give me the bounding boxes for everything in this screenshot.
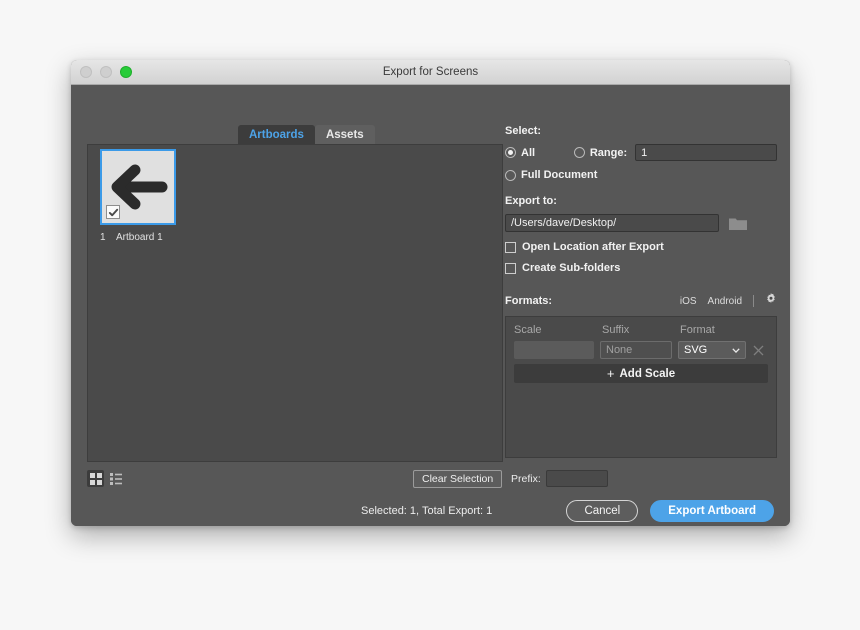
create-subfolders-row[interactable]: Create Sub-folders (505, 262, 777, 274)
add-scale-label: Add Scale (619, 367, 676, 380)
radio-range-label: Range: (589, 146, 628, 159)
tab-artboards-label: Artboards (249, 128, 304, 141)
formats-header: Formats: iOS Android (505, 292, 777, 310)
radio-all-label: All (521, 146, 536, 159)
footer-button-group: Cancel Export Artboard (566, 499, 774, 522)
export-options-column: Select: All Range: 1 Full Document Expor… (505, 125, 777, 458)
artboard-index: 1 (100, 232, 106, 243)
tab-bar: Artboards Assets (238, 125, 375, 144)
prefix-row: Prefix: (511, 470, 608, 487)
prefix-label: Prefix: (511, 472, 541, 485)
dialog-body: Artboards Assets 1 Artboard 1 Clear Sele… (71, 85, 790, 526)
format-presets: iOS Android (680, 292, 777, 310)
preset-android[interactable]: Android (708, 296, 742, 307)
select-row-full-document: Full Document (505, 169, 777, 181)
create-subfolders-label: Create Sub-folders (522, 262, 621, 274)
formats-column-headers: Scale Suffix Format (514, 324, 768, 336)
add-scale-button[interactable]: + Add Scale (514, 364, 768, 383)
open-location-row[interactable]: Open Location after Export (505, 241, 777, 253)
suffix-input[interactable]: None (600, 341, 672, 359)
open-location-label: Open Location after Export (522, 241, 664, 253)
preset-ios[interactable]: iOS (680, 296, 697, 307)
range-input[interactable]: 1 (635, 144, 777, 161)
folder-glyph (729, 218, 747, 230)
open-location-checkbox[interactable] (505, 241, 516, 253)
formats-panel: Scale Suffix Format None SVG + Add Scale (505, 316, 777, 458)
prefix-input[interactable] (545, 470, 608, 487)
tab-assets[interactable]: Assets (314, 125, 375, 144)
list-icon (109, 472, 122, 485)
export-to-label: Export to: (505, 195, 557, 207)
window-title: Export for Screens (382, 66, 479, 78)
radio-full-document[interactable] (505, 169, 516, 181)
export-status-text: Selected: 1, Total Export: 1 (361, 504, 493, 517)
column-header-scale: Scale (514, 324, 542, 336)
dialog-footer: Selected: 1, Total Export: 1 Cancel Expo… (71, 495, 790, 526)
window-titlebar: Export for Screens (71, 60, 790, 85)
checkmark-icon (108, 208, 118, 216)
close-glyph (753, 345, 764, 355)
artboard-checkbox[interactable] (106, 205, 120, 219)
tab-assets-label: Assets (325, 128, 364, 141)
select-row-primary: All Range: 1 (505, 144, 777, 161)
artboard-caption: 1 Artboard 1 (100, 232, 176, 243)
export-artboard-label: Export Artboard (668, 504, 756, 517)
export-path-input[interactable]: /Users/dave/Desktop/ (505, 214, 719, 232)
export-path-row: /Users/dave/Desktop/ (505, 214, 777, 232)
artboard-thumbnail[interactable] (100, 149, 176, 225)
column-header-suffix: Suffix (602, 324, 630, 336)
tab-artboards[interactable]: Artboards (238, 125, 315, 144)
artboard-name: Artboard 1 (116, 232, 163, 243)
chevron-down-icon (732, 347, 740, 353)
artboard-list-panel[interactable]: 1 Artboard 1 (87, 144, 503, 462)
create-subfolders-checkbox[interactable] (505, 262, 516, 274)
clear-selection-label: Clear Selection (422, 473, 494, 485)
formats-label: Formats: (505, 295, 553, 307)
folder-icon[interactable] (729, 216, 747, 231)
cancel-button[interactable]: Cancel (566, 499, 639, 522)
gear-glyph (767, 293, 775, 303)
grid-icon (89, 472, 102, 485)
radio-range[interactable] (573, 147, 585, 158)
close-icon[interactable] (752, 344, 765, 357)
scale-input[interactable] (514, 341, 594, 359)
artboard-list-item[interactable]: 1 Artboard 1 (100, 149, 176, 243)
divider (753, 295, 754, 307)
format-row: None SVG (514, 341, 768, 359)
export-for-screens-dialog: Export for Screens Artboards Assets 1 Ar… (71, 60, 790, 526)
format-select-value: SVG (684, 344, 708, 356)
grid-view-icon[interactable] (87, 470, 104, 487)
format-select[interactable]: SVG (678, 341, 746, 359)
radio-all[interactable] (505, 147, 516, 158)
view-mode-toggle-group (87, 470, 124, 487)
clear-selection-button[interactable]: Clear Selection (413, 470, 503, 488)
list-view-icon[interactable] (107, 470, 124, 487)
select-section-label: Select: (505, 125, 542, 137)
radio-full-document-label: Full Document (521, 169, 598, 181)
cancel-button-label: Cancel (584, 504, 621, 517)
plus-icon: + (606, 366, 615, 381)
gear-icon[interactable] (765, 292, 777, 310)
column-header-format: Format (680, 324, 715, 336)
export-artboard-button[interactable]: Export Artboard (650, 499, 774, 522)
